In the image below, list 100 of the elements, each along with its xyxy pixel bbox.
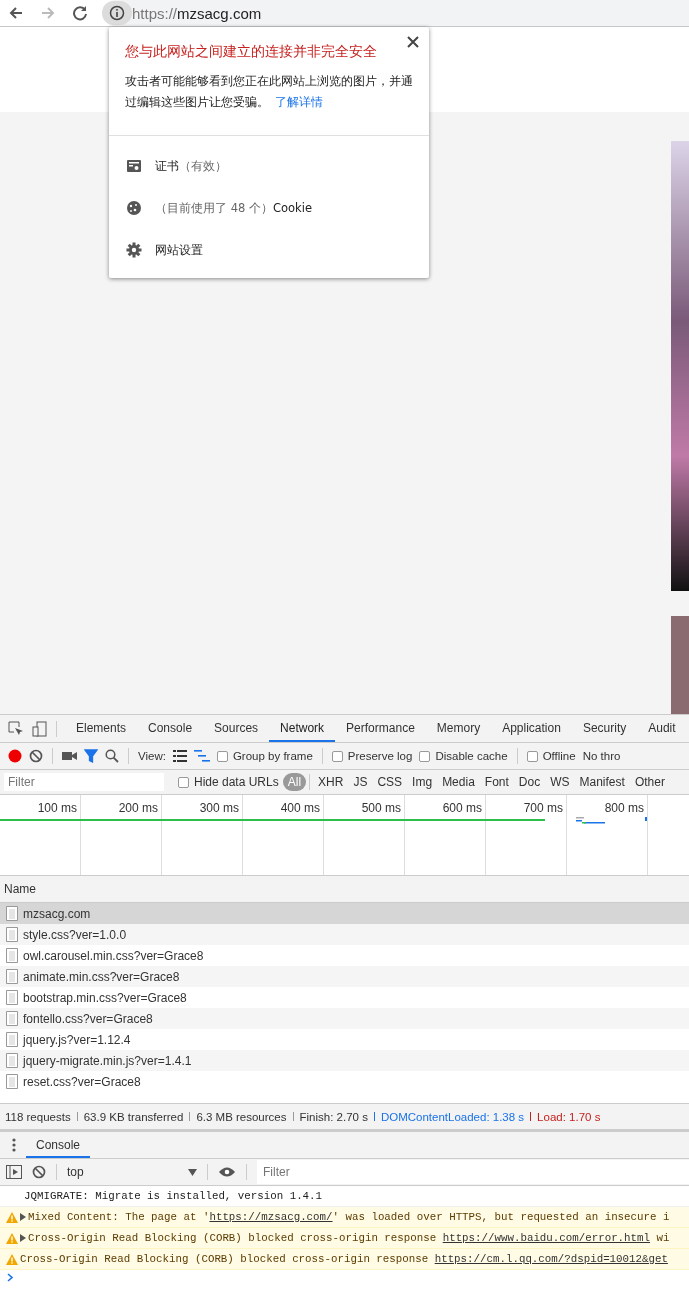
info-icon: [109, 5, 125, 21]
console-filter-input[interactable]: Filter: [257, 1160, 689, 1184]
request-row[interactable]: fontello.css?ver=Grace8: [0, 1008, 689, 1029]
devtools-tab[interactable]: Elements: [65, 715, 138, 742]
warning-icon: [6, 1232, 18, 1244]
camera-icon[interactable]: [62, 749, 77, 763]
type-filter-tab[interactable]: Other: [629, 773, 670, 791]
devtools-tab[interactable]: Security: [571, 715, 638, 742]
devtools-tab[interactable]: Console: [137, 715, 204, 742]
warning-icon: [6, 1211, 18, 1223]
back-arrow-icon[interactable]: [8, 5, 24, 21]
item-label: Cookie: [272, 200, 312, 215]
message-link[interactable]: https://cm.l.qq.com/?dspid=10012&get: [434, 1253, 668, 1265]
close-icon[interactable]: [407, 36, 419, 48]
file-icon: [6, 990, 18, 1005]
type-filter-tab[interactable]: Media: [437, 773, 480, 791]
summary-text: 118 requests: [5, 1110, 71, 1123]
waterfall-view-icon[interactable]: [193, 750, 210, 762]
type-filter-tab[interactable]: Img: [407, 773, 438, 791]
checkbox[interactable]: [216, 750, 228, 762]
context-dropdown[interactable]: top: [67, 1165, 197, 1179]
file-icon: [6, 1032, 18, 1047]
warning-message: Cross-Origin Read Blocking (CORB) blocked cross-origin response https://www.baidu.com/error.html wi: [28, 1232, 670, 1244]
popup-title: 您与此网站之间建立的连接并非完全安全: [125, 43, 378, 61]
popup-menu-item[interactable]: 证书（有效）: [109, 145, 429, 187]
checkbox-label: Hide data URLs: [194, 775, 279, 789]
summary-text: Finish: 2.70 s: [299, 1110, 368, 1123]
warning-message: Mixed Content: The page at 'https://mzsacg.com/' was loaded over HTTPS, but requested an insecure i: [28, 1211, 670, 1223]
request-name: style.css?ver=1.0.0: [23, 927, 127, 942]
checkbox[interactable]: [331, 750, 343, 762]
site-info-button[interactable]: [102, 1, 132, 25]
request-name: owl.carousel.min.css?ver=Grace8: [23, 948, 204, 963]
devtools-tab[interactable]: Sources: [203, 715, 270, 742]
settings-icon: [126, 242, 142, 258]
request-name: fontello.css?ver=Grace8: [23, 1011, 153, 1026]
type-filter-tab[interactable]: CSS: [372, 773, 408, 791]
device-toolbar-icon[interactable]: [32, 720, 48, 737]
file-icon: [6, 948, 18, 963]
item-label: 证书: [155, 158, 179, 173]
view-label: View:: [138, 750, 166, 762]
type-filter-tab[interactable]: Font: [479, 773, 514, 791]
prompt-chevron-icon[interactable]: [7, 1273, 14, 1282]
list-view-icon[interactable]: [172, 750, 187, 762]
sidebar-toggle-icon[interactable]: [6, 1165, 22, 1179]
request-name: bootstrap.min.css?ver=Grace8: [23, 990, 187, 1005]
cookie-icon: [126, 200, 142, 216]
request-name: jquery.js?ver=1.12.4: [23, 1032, 131, 1047]
reload-icon[interactable]: [72, 5, 88, 21]
clear-icon[interactable]: [29, 749, 43, 763]
clear-icon[interactable]: [32, 1165, 46, 1179]
search-icon[interactable]: [105, 749, 119, 763]
request-row[interactable]: jquery-migrate.min.js?ver=1.4.1: [0, 1050, 689, 1071]
request-name: animate.min.css?ver=Grace8: [23, 969, 180, 984]
checkbox[interactable]: [419, 750, 431, 762]
request-name: reset.css?ver=Grace8: [23, 1074, 141, 1089]
expand-triangle-icon[interactable]: [20, 1213, 26, 1221]
devtools-tab[interactable]: Audit: [637, 715, 687, 742]
filter-input[interactable]: Filter: [4, 773, 164, 791]
file-icon: [6, 1011, 18, 1026]
security-message: 攻击者可能能够看到您正在此网站上浏览的图片，并通过编辑这些图片让您受骗。 了解详情: [125, 73, 413, 111]
devtools-tab[interactable]: Application: [491, 715, 572, 742]
summary-text: DOMContentLoaded: 1.38 s: [380, 1110, 525, 1123]
more-menu-icon[interactable]: [12, 1138, 16, 1152]
popup-menu-item[interactable]: （目前使用了 48 个）Cookie: [109, 187, 429, 229]
message-link[interactable]: https://mzsacg.com/: [209, 1211, 333, 1223]
request-name: jquery-migrate.min.js?ver=1.4.1: [23, 1053, 192, 1068]
type-filter-tab[interactable]: WS: [545, 773, 575, 791]
type-filter-tab[interactable]: Manifest: [574, 773, 630, 791]
file-icon: [6, 1053, 18, 1068]
type-filter-tab[interactable]: Doc: [513, 773, 546, 791]
devtools-tab[interactable]: Memory: [425, 715, 492, 742]
checkbox-label: Preserve log: [347, 750, 413, 762]
warning-message: Cross-Origin Read Blocking (CORB) blocked cross-origin response https://cm.l.qq.com/?dspid=10012&get: [20, 1253, 668, 1265]
checkbox[interactable]: [178, 776, 189, 788]
record-button-icon[interactable]: [8, 749, 22, 763]
request-name: mzsacg.com: [23, 906, 91, 921]
url-text[interactable]: https://mzsacg.com: [132, 4, 262, 22]
request-row[interactable]: style.css?ver=1.0.0: [0, 924, 689, 945]
certificate-icon: [126, 158, 142, 174]
message-link[interactable]: https://www.baidu.com/error.html: [442, 1232, 650, 1244]
type-filter-tab[interactable]: XHR: [313, 773, 349, 791]
summary-text: 6.3 MB resources: [196, 1110, 287, 1123]
devtools-tab[interactable]: Performance: [335, 715, 426, 742]
eye-icon[interactable]: [218, 1166, 236, 1178]
summary-text: 63.9 KB transferred: [83, 1110, 184, 1123]
request-row[interactable]: animate.min.css?ver=Grace8: [0, 966, 689, 987]
checkbox[interactable]: [526, 750, 538, 762]
checkbox-label: Disable cache: [435, 750, 508, 762]
checkbox-label: Group by frame: [232, 750, 313, 762]
request-row[interactable]: mzsacg.com: [0, 903, 689, 924]
throttling-dropdown[interactable]: No thro: [582, 750, 621, 762]
type-filter-tab[interactable]: JS: [348, 773, 373, 791]
inspect-element-icon[interactable]: [8, 720, 24, 737]
file-icon: [6, 906, 18, 921]
file-icon: [6, 927, 18, 942]
filter-icon[interactable]: [84, 749, 98, 763]
learn-more-link[interactable]: 了解详情: [275, 95, 323, 109]
warning-icon: [6, 1253, 18, 1265]
popup-menu-item[interactable]: 网站设置: [109, 229, 429, 271]
expand-triangle-icon[interactable]: [20, 1234, 26, 1242]
